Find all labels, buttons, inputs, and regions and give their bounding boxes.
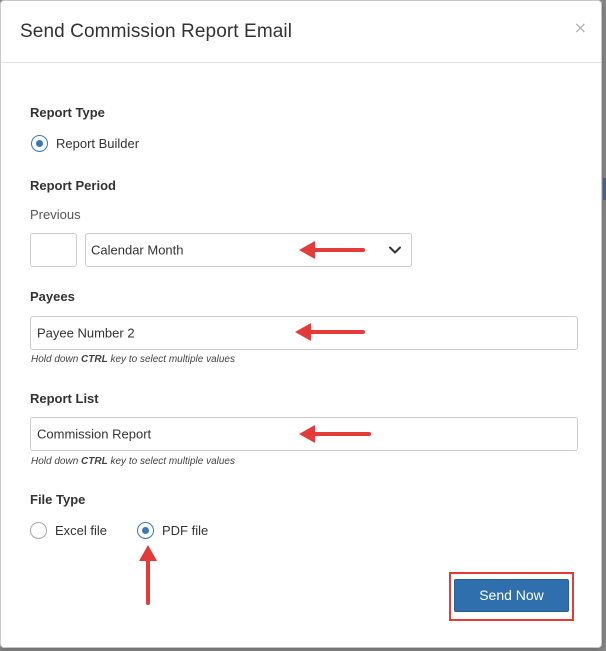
payees-help-text: Hold down CTRL key to select multiple va… — [31, 354, 235, 365]
dialog-header: Send Commission Report Email × — [1, 1, 601, 63]
report-builder-radio-option[interactable]: Report Builder — [31, 135, 139, 152]
report-list-help-text: Hold down CTRL key to select multiple va… — [31, 456, 235, 467]
report-builder-radio[interactable] — [31, 135, 48, 152]
pdf-file-radio-label: PDF file — [162, 523, 209, 538]
excel-file-radio-label: Excel file — [55, 523, 108, 538]
report-list-label: Report List — [30, 391, 99, 406]
chevron-down-icon — [389, 246, 401, 254]
close-button[interactable]: × — [574, 18, 587, 37]
excel-file-radio-option[interactable]: Excel file — [30, 522, 107, 539]
annotation-arrow-up-icon — [139, 545, 157, 605]
send-commission-report-dialog: Send Commission Report Email × Report Ty… — [0, 0, 602, 648]
pdf-file-radio-option[interactable]: PDF file — [137, 522, 208, 539]
report-builder-radio-label: Report Builder — [56, 136, 140, 151]
send-now-button[interactable]: Send Now — [454, 579, 569, 612]
excel-file-radio[interactable] — [30, 522, 47, 539]
report-type-label: Report Type — [30, 105, 105, 120]
annotation-arrow-left-icon — [299, 425, 371, 443]
pdf-file-radio[interactable] — [137, 522, 154, 539]
payees-select-value: Payee Number 2 — [37, 325, 135, 341]
annotation-arrow-left-icon — [299, 241, 365, 259]
report-list-select-value: Commission Report — [37, 426, 152, 442]
payees-label: Payees — [30, 289, 75, 304]
previous-count-input[interactable] — [30, 233, 77, 267]
file-type-label: File Type — [30, 492, 86, 507]
report-period-label: Report Period — [30, 178, 116, 193]
previous-label: Previous — [30, 207, 81, 222]
annotation-arrow-left-icon — [295, 323, 365, 341]
period-select-value: Calendar Month — [91, 242, 184, 258]
dialog-title: Send Commission Report Email — [20, 21, 293, 42]
